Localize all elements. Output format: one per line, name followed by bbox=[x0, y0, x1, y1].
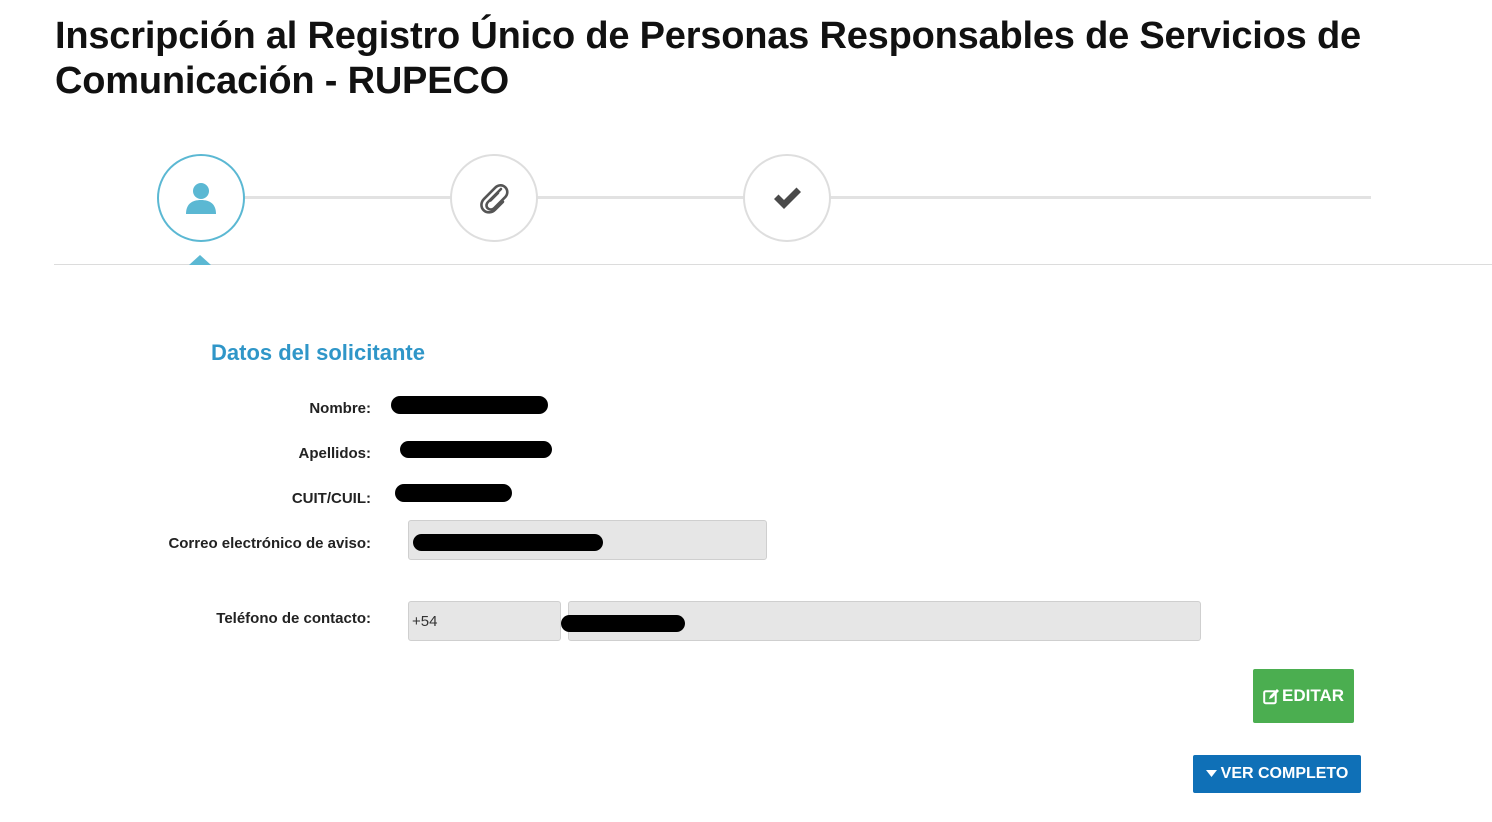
step-applicant-data[interactable] bbox=[157, 154, 245, 242]
view-full-button[interactable]: VER COMPLETO bbox=[1193, 755, 1361, 793]
edit-button-label: EDITAR bbox=[1281, 686, 1344, 705]
email-field[interactable] bbox=[408, 520, 767, 560]
cuit-label: CUIT/CUIL: bbox=[291, 490, 371, 507]
page-title: Inscripción al Registro Único de Persona… bbox=[55, 15, 1361, 102]
section-title: Datos del solicitante bbox=[211, 340, 425, 365]
apellidos-label: Apellidos: bbox=[298, 445, 371, 462]
view-full-button-label: VER COMPLETO bbox=[1220, 765, 1349, 782]
user-icon bbox=[186, 183, 216, 214]
stepper-divider bbox=[54, 264, 1492, 265]
check-icon bbox=[774, 187, 801, 209]
edit-icon bbox=[1263, 688, 1279, 704]
step-attachments[interactable] bbox=[450, 154, 538, 242]
caret-down-icon bbox=[1205, 770, 1217, 777]
cuit-value-redacted bbox=[395, 484, 512, 502]
nombre-value-redacted bbox=[391, 396, 548, 414]
apellidos-value-redacted bbox=[400, 441, 552, 458]
telefono-label: Teléfono de contacto: bbox=[216, 610, 371, 627]
phone-prefix-field[interactable]: +54 bbox=[408, 601, 561, 641]
edit-button[interactable]: EDITAR bbox=[1253, 669, 1354, 723]
correo-label: Correo electrónico de aviso: bbox=[168, 535, 371, 552]
paperclip-icon bbox=[480, 184, 509, 214]
phone-number-field[interactable] bbox=[561, 601, 1201, 641]
phone-prefix-value: +54 bbox=[412, 612, 438, 630]
email-value-redacted bbox=[413, 534, 603, 551]
nombre-label: Nombre: bbox=[309, 400, 371, 417]
progress-stepper bbox=[0, 150, 1492, 270]
step-confirmation[interactable] bbox=[743, 154, 831, 242]
active-step-pointer bbox=[189, 255, 211, 265]
phone-value-redacted bbox=[561, 615, 685, 632]
